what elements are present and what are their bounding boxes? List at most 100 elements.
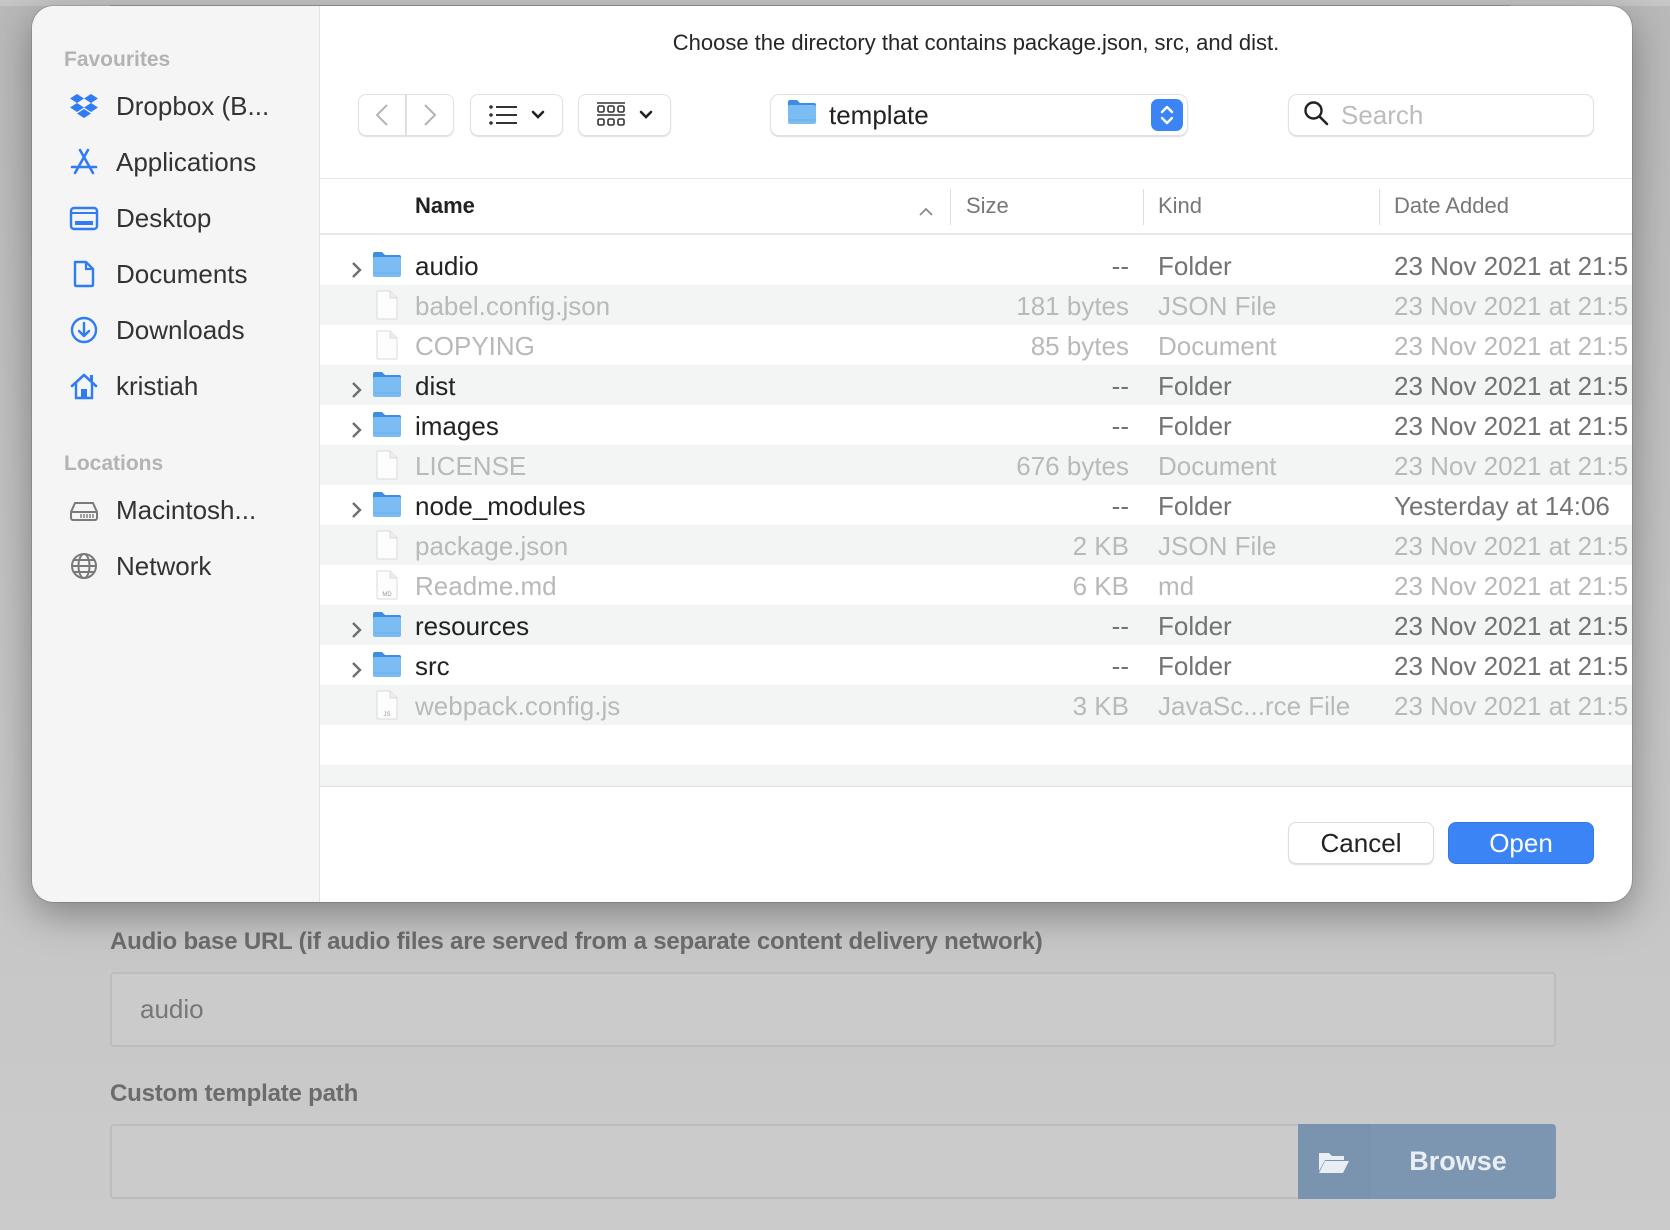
file-date-added: 23 Nov 2021 at 21:5 [1394, 331, 1629, 361]
open-button[interactable]: Open [1448, 822, 1594, 864]
file-date-added: 23 Nov 2021 at 21:5 [1394, 291, 1629, 321]
search-icon [1303, 100, 1329, 131]
file-name: LICENSE [415, 451, 527, 481]
sidebar-item-documents[interactable]: Documents [32, 246, 319, 302]
file-kind: Folder [1158, 251, 1232, 281]
list-view-menu-button[interactable] [470, 94, 563, 136]
sort-ascending-icon [918, 197, 934, 223]
forward-button[interactable] [406, 94, 454, 136]
file-name: package.json [415, 531, 569, 561]
custom-template-path-label: Custom template path [110, 1080, 359, 1107]
document-icon: MD [372, 570, 402, 607]
documents-icon [68, 258, 100, 290]
disclosure-triangle-icon[interactable] [350, 655, 362, 686]
folder-icon [372, 490, 402, 525]
audio-base-url-input[interactable]: audio [110, 972, 1556, 1047]
file-date-added: 23 Nov 2021 at 21:5 [1394, 691, 1629, 721]
file-size: 2 KB [1072, 531, 1129, 561]
file-row[interactable]: dist -- Folder 23 Nov 2021 at 21:5 [320, 365, 1632, 405]
file-size: 676 bytes [1016, 451, 1129, 481]
file-row[interactable]: babel.config.json 181 bytes JSON File 23 No… [320, 285, 1632, 325]
sidebar-item-home[interactable]: kristiah [32, 358, 319, 414]
home-icon [68, 370, 100, 402]
back-button[interactable] [358, 94, 406, 136]
sidebar-item-network[interactable]: Network [32, 538, 319, 594]
group-view-menu-button[interactable] [578, 94, 671, 136]
document-icon [372, 330, 402, 367]
file-row[interactable]: package.json 2 KB JSON File 23 Nov 2021 at … [320, 525, 1632, 565]
disclosure-triangle-icon[interactable] [350, 615, 362, 646]
file-row[interactable]: images -- Folder 23 Nov 2021 at 21:5 [320, 405, 1632, 445]
column-header-kind[interactable]: Kind [1158, 193, 1202, 219]
cancel-button[interactable]: Cancel [1288, 822, 1434, 864]
column-header-date-added[interactable]: Date Added [1394, 193, 1509, 219]
downloads-icon [68, 314, 100, 346]
file-date-added: 23 Nov 2021 at 21:5 [1394, 451, 1629, 481]
sidebar-item-macintosh-hd[interactable]: Macintosh... [32, 482, 319, 538]
file-row[interactable]: src -- Folder 23 Nov 2021 at 21:5 [320, 645, 1632, 685]
search-input[interactable] [1341, 99, 1571, 131]
sidebar-item-label: Downloads [116, 314, 245, 345]
audio-base-url-label: Audio base URL (if audio files are serve… [110, 928, 1043, 955]
list-view-icon [488, 105, 517, 125]
file-chooser-dialog: Favourites Dropbox (B... Applications De… [32, 6, 1632, 902]
column-header-row: Name Size Kind Date Added [320, 179, 1632, 235]
file-kind: Document [1158, 451, 1277, 481]
file-name: images [415, 411, 499, 441]
toolbar: template [320, 94, 1632, 138]
sidebar-item-applications[interactable]: Applications [32, 134, 319, 190]
column-header-name[interactable]: Name [415, 193, 475, 219]
svg-text:JS: JS [383, 712, 390, 718]
disclosure-triangle-icon[interactable] [350, 255, 362, 286]
column-divider[interactable] [950, 189, 951, 225]
file-kind: Folder [1158, 651, 1232, 681]
file-name: audio [415, 251, 479, 281]
document-icon: JS [372, 690, 402, 727]
file-kind: JavaSc...rce File [1158, 691, 1351, 721]
file-list: Name Size Kind Date Added audio -- Folder 2… [320, 178, 1632, 787]
sidebar-item-downloads[interactable]: Downloads [32, 302, 319, 358]
file-name: src [415, 651, 450, 681]
empty-row [320, 725, 1632, 765]
file-row[interactable]: node_modules -- Folder Yesterday at 14:06 [320, 485, 1632, 525]
disclosure-triangle-icon[interactable] [350, 415, 362, 446]
file-row[interactable]: MD Readme.md 6 KB md 23 Nov 2021 at 21:5 [320, 565, 1632, 605]
column-divider[interactable] [1379, 189, 1380, 225]
file-date-added: 23 Nov 2021 at 21:5 [1394, 651, 1629, 681]
file-size: 85 bytes [1030, 331, 1129, 361]
sidebar-item-desktop[interactable]: Desktop [32, 190, 319, 246]
locations-heading: Locations [64, 452, 164, 475]
disclosure-triangle-icon[interactable] [350, 375, 362, 406]
sidebar-item-label: kristiah [116, 370, 199, 401]
disclosure-triangle-icon[interactable] [350, 495, 362, 526]
file-row[interactable]: JS webpack.config.js 3 KB JavaSc...rce File… [320, 685, 1632, 725]
favourites-heading: Favourites [64, 48, 171, 71]
file-size: -- [1111, 251, 1129, 281]
file-row[interactable]: LICENSE 676 bytes Document 23 Nov 2021 at 2… [320, 445, 1632, 485]
search-field[interactable] [1288, 94, 1594, 136]
column-divider[interactable] [1143, 189, 1144, 225]
browse-button[interactable]: Browse [1298, 1124, 1556, 1199]
file-kind: md [1158, 571, 1195, 601]
custom-template-path-input[interactable] [110, 1124, 1300, 1199]
file-kind: Folder [1158, 411, 1232, 441]
sidebar-item-dropbox[interactable]: Dropbox (B... [32, 78, 319, 134]
location-popup-button[interactable]: template [770, 94, 1188, 136]
chevron-right-icon [423, 103, 437, 127]
browser-pane: Choose the directory that contains packa… [320, 6, 1632, 902]
column-header-size[interactable]: Size [966, 193, 1009, 219]
file-size: -- [1111, 371, 1129, 401]
folder-icon [372, 610, 402, 645]
browse-label: Browse [1409, 1146, 1507, 1176]
file-kind: Folder [1158, 371, 1232, 401]
folder-icon [372, 250, 402, 285]
file-name: Readme.md [415, 571, 557, 601]
file-row[interactable]: COPYING 85 bytes Document 23 Nov 2021 at 21… [320, 325, 1632, 365]
file-date-added: 23 Nov 2021 at 21:5 [1394, 411, 1629, 441]
file-size: -- [1111, 611, 1129, 641]
file-row[interactable]: audio -- Folder 23 Nov 2021 at 21:5 [320, 245, 1632, 285]
hard-drive-icon [68, 494, 100, 526]
dropbox-icon [68, 90, 100, 122]
file-name: webpack.config.js [415, 691, 621, 721]
file-row[interactable]: resources -- Folder 23 Nov 2021 at 21:5 [320, 605, 1632, 645]
